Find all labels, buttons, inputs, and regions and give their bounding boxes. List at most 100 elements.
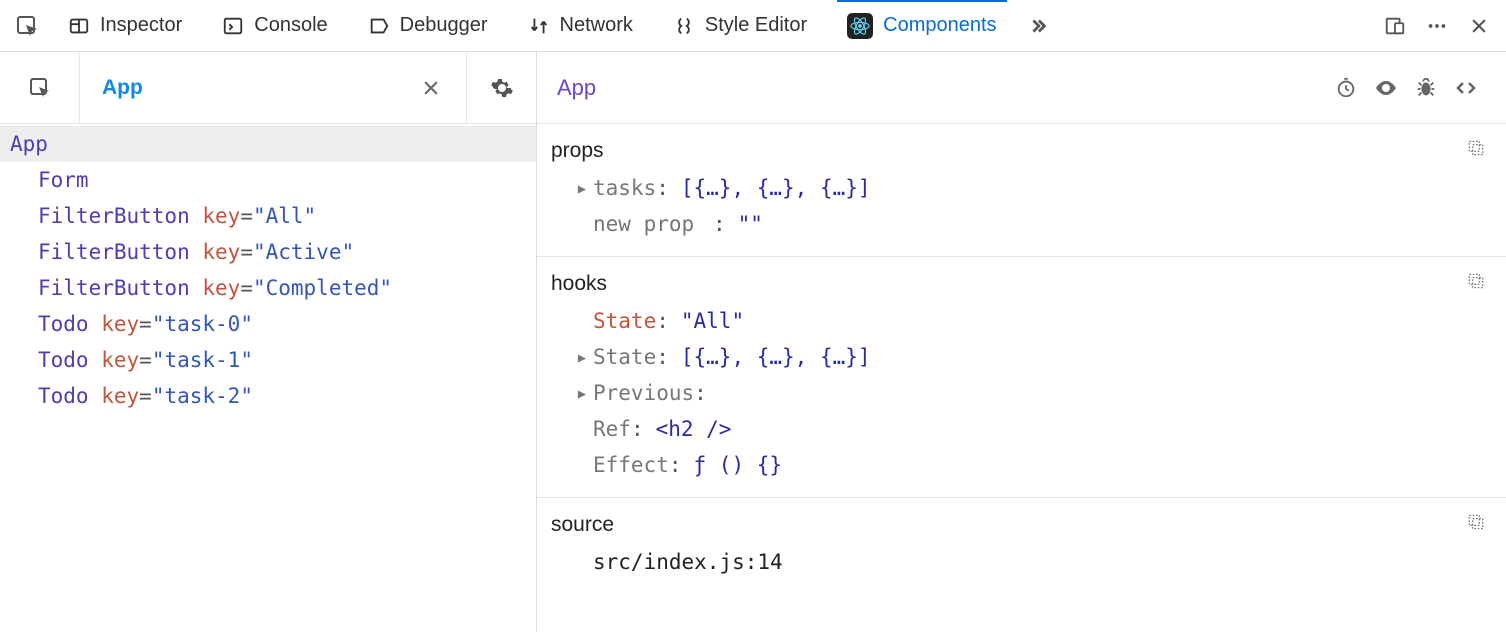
- suspend-icon[interactable]: [1326, 68, 1366, 108]
- hook-value: [{…}, {…}, {…}]: [681, 339, 871, 375]
- inspect-dom-icon[interactable]: [1366, 68, 1406, 108]
- react-devtools-body: App AppFormFilterButton key="All"FilterB…: [0, 52, 1506, 632]
- attr-value: "task-1": [152, 348, 253, 372]
- tree-node[interactable]: FilterButton key="All": [0, 198, 536, 234]
- component-name: Todo: [38, 312, 89, 336]
- hook-key: Previous: [593, 375, 694, 411]
- attr-key: key: [101, 348, 139, 372]
- equals-sign: =: [240, 204, 253, 228]
- hook-state2-row[interactable]: ▸ State: [{…}, {…}, {…}]: [537, 339, 1506, 375]
- hook-key: State: [593, 303, 656, 339]
- source-location[interactable]: src/index.js:14: [537, 544, 1506, 580]
- details-header: App: [537, 52, 1506, 124]
- pick-element-icon[interactable]: [8, 7, 46, 45]
- equals-sign: =: [240, 276, 253, 300]
- tree-node[interactable]: Todo key="task-2": [0, 378, 536, 414]
- component-name: FilterButton: [38, 276, 190, 300]
- tab-inspector-label: Inspector: [100, 14, 182, 37]
- hook-value: <h2 />: [656, 411, 732, 447]
- new-prop-row[interactable]: ▸ : "": [537, 206, 1506, 242]
- tree-node[interactable]: Todo key="task-1": [0, 342, 536, 378]
- caret-right-icon[interactable]: ▸: [571, 170, 593, 206]
- tree-search-value: App: [102, 76, 143, 99]
- devtools-tabbar: Inspector Console Debugger Network Style…: [0, 0, 1506, 52]
- hooks-label: hooks: [551, 272, 607, 296]
- tree-node[interactable]: FilterButton key="Active": [0, 234, 536, 270]
- view-source-icon[interactable]: [1446, 68, 1486, 108]
- tab-console-label: Console: [254, 14, 327, 37]
- tab-debugger-label: Debugger: [400, 14, 488, 37]
- tree-search-input[interactable]: App: [80, 76, 396, 100]
- overflow-tabs-icon[interactable]: [1019, 7, 1057, 45]
- component-name: FilterButton: [38, 240, 190, 264]
- component-name: FilterButton: [38, 204, 190, 228]
- new-prop-value: "": [738, 206, 763, 242]
- hook-value: "All": [681, 303, 744, 339]
- react-logo-icon: [847, 13, 873, 39]
- component-name: Todo: [38, 384, 89, 408]
- attr-key: key: [101, 384, 139, 408]
- props-label: props: [551, 139, 604, 163]
- attr-value: "Active": [253, 240, 354, 264]
- tree-node[interactable]: Form: [0, 162, 536, 198]
- attr-key: key: [202, 276, 240, 300]
- kebab-menu-icon[interactable]: [1418, 7, 1456, 45]
- tree-node[interactable]: App: [0, 126, 536, 162]
- equals-sign: =: [139, 348, 152, 372]
- tree-settings-icon[interactable]: [466, 52, 536, 123]
- tab-components-label: Components: [883, 14, 996, 37]
- source-section: source src/index.js:14: [537, 498, 1506, 594]
- hook-key: State: [593, 339, 656, 375]
- close-devtools-icon[interactable]: [1460, 7, 1498, 45]
- tab-inspector[interactable]: Inspector: [50, 0, 200, 51]
- caret-right-icon[interactable]: ▸: [571, 339, 593, 375]
- hook-state1-row[interactable]: ▸ State: "All": [537, 303, 1506, 339]
- debug-icon[interactable]: [1406, 68, 1446, 108]
- clear-search-icon[interactable]: [396, 52, 466, 123]
- tab-debugger[interactable]: Debugger: [350, 0, 506, 51]
- tab-network-label: Network: [560, 14, 633, 37]
- hook-key: Effect: [593, 447, 669, 483]
- tab-style-editor[interactable]: Style Editor: [655, 0, 825, 51]
- tab-style-editor-label: Style Editor: [705, 14, 807, 37]
- tree-node[interactable]: FilterButton key="Completed": [0, 270, 536, 306]
- tab-console[interactable]: Console: [204, 0, 345, 51]
- copy-source-icon[interactable]: [1466, 512, 1486, 538]
- hook-value: ƒ () {}: [694, 447, 783, 483]
- hook-ref-row[interactable]: ▸ Ref: <h2 />: [537, 411, 1506, 447]
- new-prop-input[interactable]: [593, 206, 713, 242]
- equals-sign: =: [139, 312, 152, 336]
- hook-previous-row[interactable]: ▸ Previous:: [537, 375, 1506, 411]
- component-name: Form: [38, 168, 89, 192]
- responsive-mode-icon[interactable]: [1376, 7, 1414, 45]
- element-picker-icon[interactable]: [0, 52, 80, 123]
- hooks-section: hooks ▸ State: "All" ▸ State: [{…}, {…},…: [537, 257, 1506, 498]
- prop-key: tasks: [593, 170, 656, 206]
- tree-node[interactable]: Todo key="task-0": [0, 306, 536, 342]
- attr-value: "task-0": [152, 312, 253, 336]
- attr-key: key: [101, 312, 139, 336]
- component-details-pane: App props: [537, 52, 1506, 632]
- component-tree: AppFormFilterButton key="All"FilterButto…: [0, 124, 536, 414]
- prop-tasks-row[interactable]: ▸ tasks: [{…}, {…}, {…}]: [537, 170, 1506, 206]
- component-name: App: [10, 132, 48, 156]
- tab-components[interactable]: Components: [829, 0, 1014, 51]
- copy-hooks-icon[interactable]: [1466, 271, 1486, 297]
- selected-component-title: App: [557, 75, 596, 101]
- component-tree-pane: App AppFormFilterButton key="All"FilterB…: [0, 52, 537, 632]
- tree-toolbar: App: [0, 52, 536, 124]
- attr-key: key: [202, 204, 240, 228]
- hook-effect-row[interactable]: ▸ Effect: ƒ () {}: [537, 447, 1506, 483]
- caret-right-icon[interactable]: ▸: [571, 375, 593, 411]
- source-label: source: [551, 513, 614, 537]
- props-section: props ▸ tasks: [{…}, {…}, {…}] ▸ : "": [537, 124, 1506, 257]
- attr-key: key: [202, 240, 240, 264]
- hook-key: Ref: [593, 411, 631, 447]
- tab-network[interactable]: Network: [510, 0, 651, 51]
- equals-sign: =: [240, 240, 253, 264]
- equals-sign: =: [139, 384, 152, 408]
- attr-value: "Completed": [253, 276, 392, 300]
- attr-value: "All": [253, 204, 316, 228]
- prop-value: [{…}, {…}, {…}]: [681, 170, 871, 206]
- copy-props-icon[interactable]: [1466, 138, 1486, 164]
